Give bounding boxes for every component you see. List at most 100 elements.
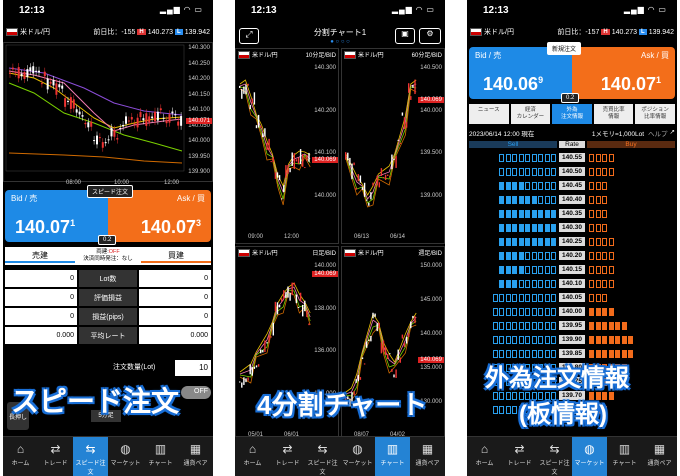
- buy-order-cell: [595, 168, 601, 176]
- info-tabs: ニュース 経済 カレンダー 外為 注文情報 売買比率 情報 ポジション 比率情報: [469, 104, 675, 124]
- candle-body: [387, 354, 389, 359]
- candle-body: [359, 175, 362, 183]
- nav-label: 通貨ペア: [415, 461, 440, 467]
- ask-button[interactable]: Ask / 買 140.071: [572, 47, 675, 99]
- one-click-toggle[interactable]: OFF: [181, 386, 211, 399]
- candle-body: [376, 323, 378, 332]
- candle-body: [378, 182, 380, 188]
- tab-4[interactable]: 売買比率 情報: [593, 104, 634, 124]
- sell-order-cell: [499, 196, 504, 204]
- nav-trade[interactable]: ⇄ トレード: [38, 437, 73, 476]
- nav-home[interactable]: ⌂ ホーム: [467, 437, 502, 476]
- nav-currency-pair[interactable]: ▦ 通貨ペア: [178, 437, 213, 476]
- sell-order-cell: [544, 350, 550, 358]
- nav-currency-pair[interactable]: ▦ 通貨ペア: [642, 437, 677, 476]
- price-axis: 140.300 140.200 140.100 140.000: [310, 61, 338, 243]
- chart-pair-header: 米ドル/円 日足/BID: [238, 248, 336, 257]
- pair-bar[interactable]: 米ドル/円 前日比： -157 H 140.273 L 139.942: [467, 24, 677, 40]
- buy-order-cell: [602, 196, 607, 204]
- position-row: 0 損益(pips) 0: [5, 308, 211, 325]
- nav-currency-pair[interactable]: ▦ 通貨ペア: [410, 437, 445, 476]
- candle-body: [151, 116, 154, 119]
- candle-body: [370, 192, 372, 200]
- caption-speed-order: スピード注文: [11, 386, 180, 417]
- candle-body: [412, 315, 414, 319]
- nav-trade[interactable]: ⇄ トレード: [270, 437, 305, 476]
- fullscreen-icon[interactable]: ⤢: [239, 28, 259, 44]
- candle-body: [355, 187, 357, 190]
- buy-order-cell: [608, 308, 614, 316]
- lot-input[interactable]: 10: [175, 360, 211, 376]
- rate-cell: 139.90: [559, 335, 585, 344]
- ask-price-pip: 3: [195, 218, 201, 228]
- candle-body: [408, 83, 410, 93]
- tab-3[interactable]: 外為 注文情報: [552, 104, 592, 124]
- candle-body: [107, 139, 110, 141]
- sell-order-cell: [538, 266, 543, 274]
- buy-order-cell: [589, 252, 594, 260]
- help-link[interactable]: ヘルプ: [648, 128, 668, 138]
- rate-cell: 140.15: [559, 265, 585, 274]
- nav-chart[interactable]: ▥ チャート: [375, 437, 410, 476]
- nav-trade[interactable]: ⇄ トレード: [502, 437, 537, 476]
- home-icon: ⌂: [480, 442, 489, 456]
- sell-order-cell: [525, 336, 530, 344]
- nav-market[interactable]: ◍ マーケット: [108, 437, 143, 476]
- candle-body: [136, 117, 139, 128]
- candle-body: [297, 157, 300, 164]
- buy-order-cell: [602, 322, 607, 330]
- bid-price-pip: 1: [70, 218, 76, 228]
- tab-1[interactable]: ニュース: [469, 104, 509, 124]
- buy-order-cell: [595, 238, 601, 246]
- rate-header: Rate: [559, 141, 585, 148]
- rate-cell: 140.30: [559, 223, 585, 232]
- prev-value: -155: [121, 28, 136, 36]
- candle-body: [274, 172, 277, 179]
- sell-header: Sell: [469, 141, 557, 148]
- buy-order-cell: [602, 154, 607, 162]
- clock: 12:13: [19, 5, 45, 16]
- candle-body: [264, 128, 266, 137]
- sell-order-cell: [525, 308, 530, 316]
- buy-value: 0: [139, 308, 211, 325]
- candle-body: [384, 174, 387, 181]
- pair-bar[interactable]: 米ドル/円 前日比： -155 H 140.273 L 139.942: [3, 24, 213, 40]
- sell-order-cell: [499, 322, 504, 330]
- split-chart-1[interactable]: 米ドル/円 10分足/BID 140.300 140.200 140.100 140.00…: [235, 48, 339, 244]
- settings-gear-icon[interactable]: ⚙: [419, 28, 441, 44]
- layout-icon[interactable]: ▣: [395, 28, 415, 44]
- axis-tick: 135.000: [420, 365, 442, 371]
- candle-body: [391, 369, 393, 372]
- nav-home[interactable]: ⌂ ホーム: [235, 437, 270, 476]
- nav-home[interactable]: ⌂ ホーム: [3, 437, 38, 476]
- us-jp-flag-icon: [238, 248, 250, 257]
- price-chart[interactable]: 140.300 140.250 140.200 140.150 140.100 140.0…: [3, 42, 213, 186]
- tab-5[interactable]: ポジション 比率情報: [635, 104, 675, 124]
- sell-order-cell: [544, 154, 550, 162]
- nav-market[interactable]: ◍ マーケット: [572, 437, 607, 476]
- spread-value: 0.2: [561, 93, 580, 103]
- speed-order-icon: ⇆: [317, 442, 328, 456]
- buy-order-cell: [589, 210, 594, 218]
- nav-chart[interactable]: ▥ チャート: [143, 437, 178, 476]
- buy-order-cell: [589, 294, 594, 302]
- external-link-icon[interactable]: ↗: [670, 128, 675, 138]
- sell-order-cell: [525, 182, 530, 190]
- nav-label: ホーム: [11, 461, 30, 467]
- axis-tick: 140.100: [314, 150, 336, 156]
- nav-speed-order[interactable]: ⇆ スピード注文: [73, 437, 108, 476]
- sell-order-cell: [551, 294, 556, 302]
- tab-2[interactable]: 経済 カレンダー: [510, 104, 551, 124]
- split-chart-2[interactable]: 米ドル/円 60分足/BID 140.500 140.000 139.500 139.00…: [341, 48, 445, 244]
- nav-speed-order[interactable]: ⇆ スピード注文: [305, 437, 340, 476]
- nav-speed-order[interactable]: ⇆ スピード注文: [537, 437, 572, 476]
- candle-body: [278, 305, 281, 308]
- bottom-nav: ⌂ ホーム ⇄ トレード ⇆ スピード注文 ◍ マーケット ▥ チャート ▦ 通貨ペア: [467, 436, 677, 476]
- sell-order-cell: [505, 252, 511, 260]
- chart-timeframe: 週足/BID: [418, 251, 442, 257]
- nav-market[interactable]: ◍ マーケット: [340, 437, 375, 476]
- sell-order-cell: [492, 406, 498, 414]
- buy-order-cell: [602, 224, 607, 232]
- nav-chart[interactable]: ▥ チャート: [607, 437, 642, 476]
- sell-order-cell: [518, 168, 524, 176]
